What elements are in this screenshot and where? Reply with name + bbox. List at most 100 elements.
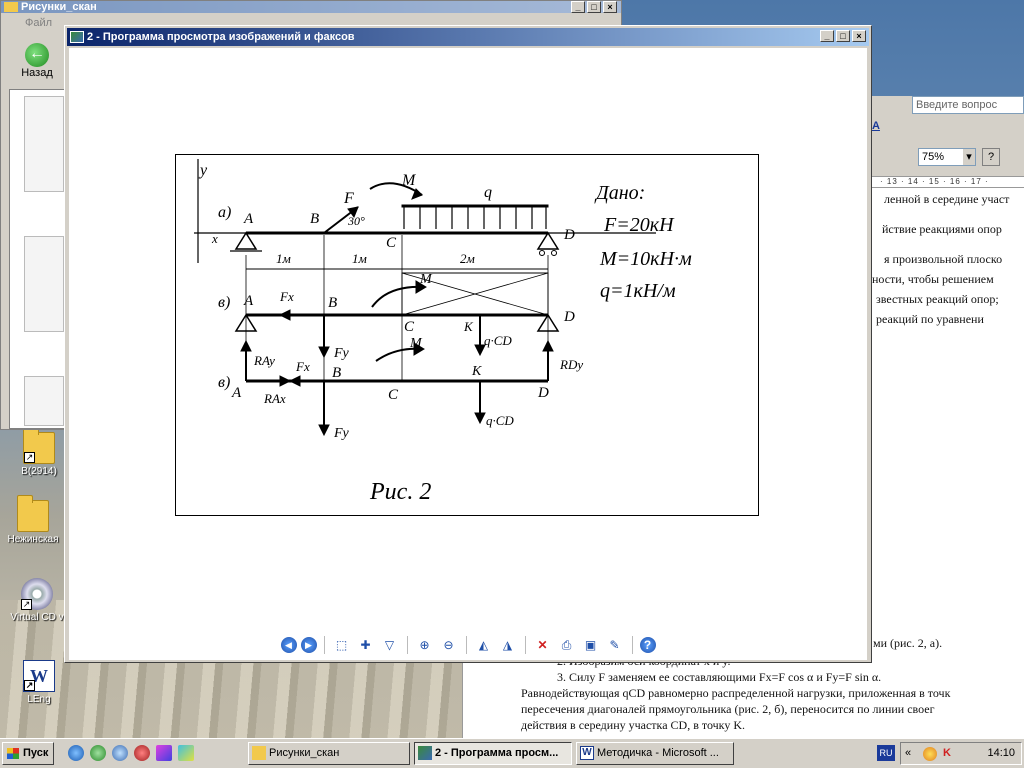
image-canvas[interactable]: y x а) A B C D F 30° q M 1м 1м 2м в) A B… bbox=[69, 48, 867, 630]
toolbar-separator bbox=[465, 636, 467, 654]
delete-icon[interactable]: ✕ bbox=[533, 635, 553, 655]
back-arrow-icon: ← bbox=[25, 43, 49, 67]
previous-image-icon[interactable]: ◀ bbox=[280, 637, 297, 653]
toolbar-separator bbox=[406, 636, 408, 654]
force-qcd-label-b: q·CD bbox=[484, 333, 512, 348]
taskbar-button-viewer[interactable]: 2 - Программа просм... bbox=[414, 742, 572, 765]
given-title: Дано: bbox=[594, 182, 645, 204]
thumbnail[interactable] bbox=[24, 376, 64, 426]
minimize-button[interactable]: _ bbox=[820, 30, 834, 42]
browser-icon[interactable] bbox=[112, 745, 128, 761]
arrowhead bbox=[279, 375, 292, 387]
maximize-button[interactable]: □ bbox=[587, 1, 601, 13]
scheme-label-a: а) bbox=[218, 204, 231, 221]
document-text-line: ми (рис. 2, а). bbox=[873, 636, 943, 650]
image-viewer-icon bbox=[70, 31, 84, 43]
save-icon[interactable]: ▣ bbox=[581, 635, 601, 655]
media-player-icon[interactable] bbox=[90, 745, 106, 761]
arrowhead bbox=[542, 339, 554, 352]
image-viewer-window[interactable]: 2 - Программа просмотра изображений и фа… bbox=[64, 25, 872, 663]
taskbar-button-explorer[interactable]: Рисунки_скан bbox=[248, 742, 410, 765]
dimension-3-label: 2м bbox=[460, 251, 475, 266]
rotate-clockwise-icon[interactable]: ◭ bbox=[474, 635, 494, 655]
document-text-line: звестных реакций опор; bbox=[876, 292, 999, 306]
edit-icon[interactable]: ✎ bbox=[605, 635, 625, 655]
desktop-icon-virtual-cd[interactable]: ↗ Virtual CD v bbox=[2, 578, 72, 623]
viewer-titlebar[interactable]: 2 - Программа просмотра изображений и фа… bbox=[67, 28, 869, 46]
ask-question-input[interactable]: Введите вопрос bbox=[912, 96, 1024, 114]
thumbnail-pane[interactable] bbox=[9, 89, 65, 429]
actual-size-icon[interactable]: ✚ bbox=[356, 635, 376, 655]
word-icon: W bbox=[580, 746, 594, 760]
point-d-label-c: D bbox=[537, 385, 549, 401]
menu-file[interactable]: Файл bbox=[25, 17, 52, 29]
cd-icon: ↗ bbox=[21, 578, 53, 610]
minimize-button[interactable]: _ bbox=[571, 1, 585, 13]
quick-launch bbox=[68, 745, 194, 761]
scheme-label-v: в) bbox=[218, 374, 230, 391]
thumbnail[interactable] bbox=[24, 236, 64, 332]
thumbnail[interactable] bbox=[24, 96, 64, 192]
document-text-line: йствие реакциями опор bbox=[882, 222, 1002, 236]
point-a-label-c: A bbox=[231, 385, 242, 401]
close-button[interactable]: × bbox=[852, 30, 866, 42]
internet-explorer-icon[interactable] bbox=[68, 745, 84, 761]
moment-m-label-c: M bbox=[409, 336, 423, 351]
zoom-select[interactable]: 75% bbox=[918, 148, 976, 166]
desktop-icon-nezhinskaya[interactable]: Нежинская bbox=[0, 495, 68, 545]
folder-icon bbox=[17, 495, 49, 532]
force-fx-label-c: Fx bbox=[295, 359, 310, 374]
arrowhead bbox=[474, 412, 486, 425]
antivirus-icon[interactable]: K bbox=[943, 743, 951, 764]
reaction-ray-label: RAy bbox=[253, 353, 275, 368]
x-axis-label: x bbox=[211, 231, 218, 246]
best-fit-icon[interactable]: ⬚ bbox=[332, 635, 352, 655]
word-document-icon: W ↗ bbox=[23, 660, 55, 692]
help-icon[interactable]: ? bbox=[639, 637, 656, 653]
desktop-icon-leng[interactable]: W ↗ LEng bbox=[4, 660, 74, 705]
document-text-line: Равнодействующая qCD равномерно распреде… bbox=[521, 686, 951, 700]
point-a-label-b: A bbox=[243, 293, 254, 309]
back-button[interactable]: ← Назад bbox=[15, 43, 59, 79]
point-b-label-b: B bbox=[328, 295, 337, 311]
document-text-line: 3. Силу F заменяем ее составляющими Fx=F… bbox=[557, 670, 882, 684]
point-d-label: D bbox=[563, 227, 575, 243]
explorer-titlebar[interactable]: Рисунки_скан _ □ × bbox=[1, 1, 621, 13]
maximize-button[interactable]: □ bbox=[836, 30, 850, 42]
mechanics-diagram: y x а) A B C D F 30° q M 1м 1м 2м в) A B… bbox=[194, 159, 692, 505]
help-icon[interactable]: ? bbox=[982, 148, 1000, 166]
point-a-label: A bbox=[243, 211, 254, 227]
print-icon[interactable]: ⎙ bbox=[557, 635, 577, 655]
slideshow-icon[interactable]: ▽ bbox=[380, 635, 400, 655]
arrowhead bbox=[318, 424, 330, 437]
app-icon[interactable] bbox=[134, 745, 150, 761]
zoom-in-icon[interactable]: ⊕ bbox=[415, 635, 435, 655]
moment-m-label-b: M bbox=[419, 272, 433, 287]
force-f-label: F bbox=[343, 190, 354, 207]
tray-expand-icon[interactable]: « bbox=[905, 743, 911, 764]
figure-caption: Рис. 2 bbox=[369, 479, 431, 505]
horizontal-ruler: · 13 · 14 · 15 · 16 · 17 · bbox=[862, 176, 1024, 188]
load-q-label: q bbox=[484, 184, 492, 201]
app-icon[interactable] bbox=[156, 745, 172, 761]
point-b-label: B bbox=[310, 211, 319, 227]
next-image-icon[interactable]: ▶ bbox=[300, 637, 317, 653]
app-icon[interactable] bbox=[178, 745, 194, 761]
language-indicator[interactable]: RU bbox=[877, 745, 895, 761]
network-icon[interactable] bbox=[923, 747, 937, 761]
point-k-label-c: K bbox=[471, 364, 482, 379]
roller-support-d bbox=[536, 231, 560, 250]
y-axis-label: y bbox=[198, 162, 208, 179]
font-color-icon[interactable]: A bbox=[872, 120, 892, 136]
folder-icon bbox=[252, 746, 266, 760]
taskbar-button-word[interactable]: W Методичка - Microsoft ... bbox=[576, 742, 734, 765]
document-text-line: я произвольной плоско bbox=[884, 252, 1003, 266]
start-button[interactable]: Пуск bbox=[2, 742, 54, 765]
scanned-figure: y x а) A B C D F 30° q M 1м 1м 2м в) A B… bbox=[175, 154, 759, 516]
document-text-line: реакций по уравнени bbox=[876, 312, 984, 326]
rotate-counterclockwise-icon[interactable]: ◮ bbox=[498, 635, 518, 655]
clock: 14:10 bbox=[987, 747, 1015, 759]
zoom-out-icon[interactable]: ⊖ bbox=[439, 635, 459, 655]
image-viewer-icon bbox=[418, 746, 432, 760]
close-button[interactable]: × bbox=[603, 1, 617, 13]
